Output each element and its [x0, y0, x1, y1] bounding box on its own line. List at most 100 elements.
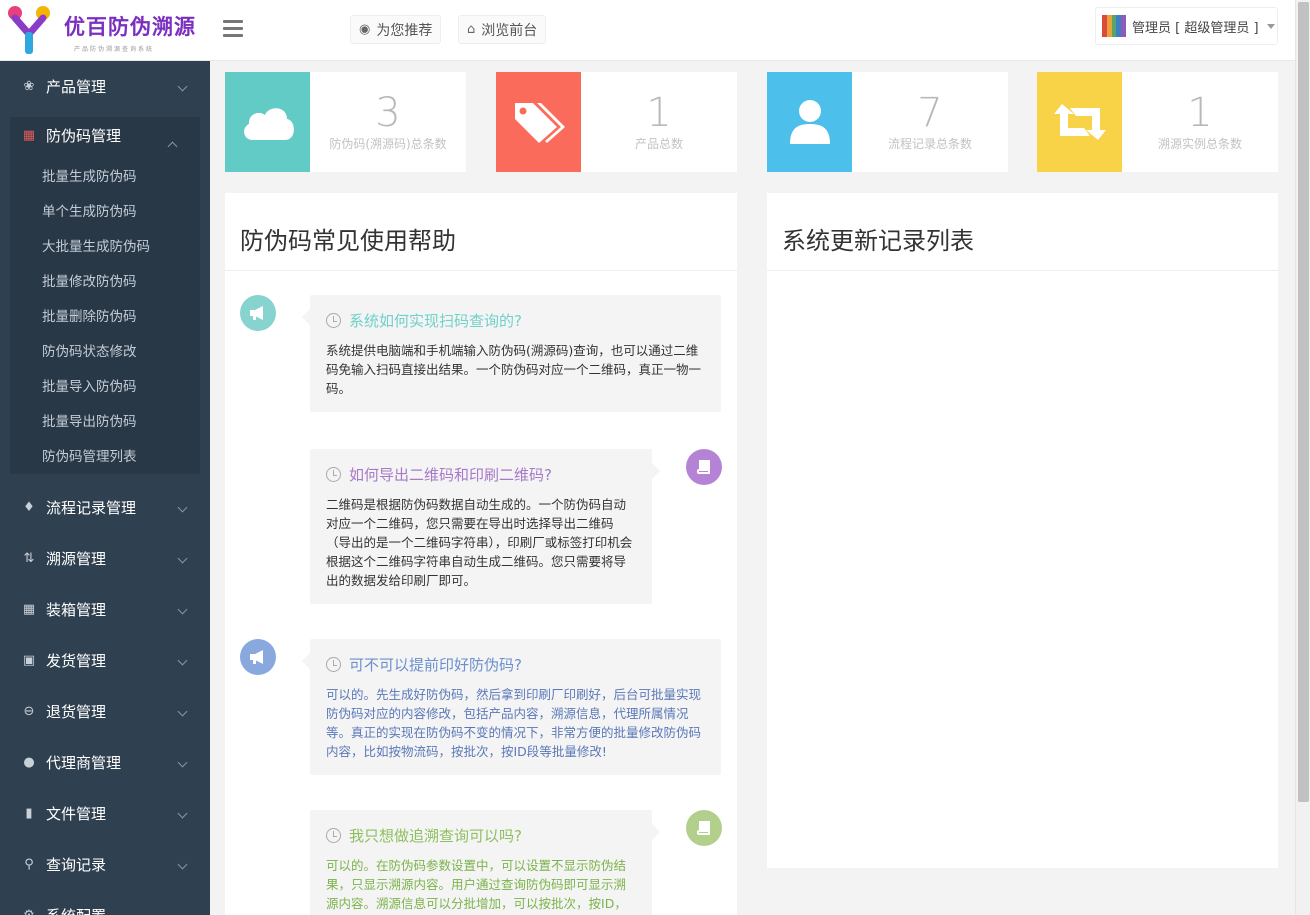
leaf-icon: ❀ [23, 79, 35, 94]
top-header: 优百防伪溯源 产品防伪溯源查询系统 ◉ 为您推荐 ⌂ 浏览前台 管理员 [ 超级… [0, 0, 1295, 61]
sidebar-item-process[interactable]: ♦ 流程记录管理 [0, 482, 210, 533]
stat-label: 防伪码(溯源码)总条数 [329, 137, 447, 151]
logo-y-icon [8, 6, 50, 54]
faq-question-text: 系统如何实现扫码查询的? [349, 312, 522, 330]
chevron-down-icon [177, 655, 188, 666]
submenu-item[interactable]: 批量删除防伪码 [10, 297, 200, 332]
chevron-down-icon [177, 757, 188, 768]
menu-toggle-icon[interactable] [223, 20, 243, 40]
update-log-panel: 系统更新记录列表 [767, 193, 1278, 868]
avatar [1102, 15, 1126, 37]
faq-item: 我只想做追溯查询可以吗? 可以的。在防伪码参数设置中，可以设置不显示防伪结果，只… [310, 810, 660, 915]
sidebar-item-label: 装箱管理 [46, 601, 107, 619]
logo[interactable]: 优百防伪溯源 产品防伪溯源查询系统 [4, 2, 204, 58]
tags-icon: ♦ [23, 500, 35, 515]
chevron-down-icon [177, 706, 188, 717]
sidebar-item-label: 防伪码管理 [46, 126, 122, 145]
chevron-down-icon [1266, 23, 1275, 29]
browse-frontend-button[interactable]: ⌂ 浏览前台 [458, 15, 547, 44]
submenu-item[interactable]: 单个生成防伪码 [10, 192, 200, 227]
stat-card-trace-instances: 1 溯源实例总条数 [1037, 72, 1278, 172]
submenu-item[interactable]: 批量生成防伪码 [10, 157, 200, 192]
minus-circle-icon: ⊖ [23, 704, 35, 719]
faq-item: 可不可以提前印好防伪码? 可以的。先生成好防伪码，然后拿到印刷厂印刷好，后台可批… [302, 639, 721, 775]
book-icon [686, 449, 722, 485]
recommend-button[interactable]: ◉ 为您推荐 [350, 15, 442, 44]
clock-icon [326, 313, 341, 328]
sidebar-item-label: 代理商管理 [46, 754, 122, 772]
sidebar-item-label: 流程记录管理 [46, 499, 137, 517]
chevron-down-icon [177, 859, 188, 870]
sidebar-item-label: 文件管理 [46, 805, 107, 823]
stat-value: 3 [375, 90, 401, 136]
user-menu[interactable]: 管理员 [ 超级管理员 ] [1095, 7, 1278, 45]
update-log-title: 系统更新记录列表 [767, 193, 1278, 271]
faq-question[interactable]: 我只想做追溯查询可以吗? [326, 825, 636, 846]
help-panel-title: 防伪码常见使用帮助 [225, 193, 737, 271]
home-icon: ⌂ [467, 22, 476, 37]
sidebar-group-anticounterfeit: ▦ 防伪码管理 批量生成防伪码 单个生成防伪码 大批量生成防伪码 批量修改防伪码… [10, 117, 200, 474]
submenu-item[interactable]: 批量导入防伪码 [10, 367, 200, 402]
faq-question[interactable]: 如何导出二维码和印刷二维码? [326, 464, 636, 485]
sidebar-item-returns[interactable]: ⊖ 退货管理 [0, 686, 210, 737]
sidebar-item-shipping[interactable]: ▣ 发货管理 [0, 635, 210, 686]
truck-icon: ▣ [22, 653, 36, 668]
chevron-down-icon [177, 604, 188, 615]
stat-value: 1 [1187, 90, 1213, 136]
faq-question-text: 可不可以提前印好防伪码? [349, 656, 522, 674]
stat-label: 产品总数 [634, 137, 683, 151]
book-icon [686, 810, 722, 846]
bullhorn-icon [240, 639, 276, 675]
stat-card-codes: 3 防伪码(溯源码)总条数 [225, 72, 466, 172]
faq-answer: 二维码是根据防伪码数据自动生成的。一个防伪码自动对应一个二维码，您只需要在导出时… [326, 497, 633, 588]
sidebar-item-packing[interactable]: ▦ 装箱管理 [0, 584, 210, 635]
stat-card-products: 1 产品总数 [496, 72, 737, 172]
submenu-item[interactable]: 大批量生成防伪码 [10, 227, 200, 262]
sidebar-item-label: 产品管理 [46, 78, 107, 96]
sidebar-item-trace[interactable]: ⇅ 溯源管理 [0, 533, 210, 584]
faq-question[interactable]: 可不可以提前印好防伪码? [326, 654, 705, 675]
clock-icon [326, 467, 341, 482]
retweet-icon [1037, 72, 1122, 172]
user-label: 管理员 [ 超级管理员 ] [1132, 20, 1259, 36]
chevron-down-icon [177, 808, 188, 819]
chevron-up-icon [167, 141, 178, 152]
search-icon: ⚲ [24, 857, 34, 872]
github-icon: ◉ [359, 22, 371, 37]
user-icon [767, 72, 852, 172]
sidebar-item-files[interactable]: ▮ 文件管理 [0, 788, 210, 839]
scrollbar-thumb[interactable] [1298, 2, 1309, 802]
sidebar-item-product[interactable]: ❀ 产品管理 [0, 61, 210, 112]
submenu-item[interactable]: 批量修改防伪码 [10, 262, 200, 297]
sidebar-item-agents[interactable]: ● 代理商管理 [0, 737, 210, 788]
submenu-item[interactable]: 防伪码管理列表 [10, 437, 200, 472]
tags-icon [496, 72, 581, 172]
faq-question-text: 我只想做追溯查询可以吗? [349, 827, 522, 845]
faq-question[interactable]: 系统如何实现扫码查询的? [326, 310, 705, 331]
clock-icon [326, 828, 341, 843]
page-scrollbar[interactable] [1295, 0, 1310, 915]
sidebar-item-label: 溯源管理 [46, 550, 107, 568]
submenu-item[interactable]: 批量导出防伪码 [10, 402, 200, 437]
faq-answer: 可以的。在防伪码参数设置中，可以设置不显示防伪结果，只显示溯源内容。用户通过查询… [326, 858, 627, 911]
file-icon: ▮ [25, 806, 33, 821]
th-icon: ▦ [22, 602, 36, 617]
sidebar-item-settings[interactable]: ⚙ 系统配置 [0, 890, 210, 915]
sidebar-item-query-log[interactable]: ⚲ 查询记录 [0, 839, 210, 890]
faq-item: 如何导出二维码和印刷二维码? 二维码是根据防伪码数据自动生成的。一个防伪码自动对… [310, 449, 660, 604]
browse-label: 浏览前台 [481, 22, 538, 39]
logo-text: 优百防伪溯源 [64, 15, 196, 39]
submenu: 批量生成防伪码 单个生成防伪码 大批量生成防伪码 批量修改防伪码 批量删除防伪码… [10, 157, 200, 474]
chevron-down-icon [177, 910, 188, 915]
sidebar-item-label: 系统配置 [46, 905, 106, 915]
faq-item: 系统如何实现扫码查询的? 系统提供电脑端和手机端输入防伪码(溯源码)查询，也可以… [302, 295, 721, 412]
faq-answer: 可以的。先生成好防伪码，然后拿到印刷厂印刷好，后台可批量实现防伪码对应的内容修改… [326, 687, 702, 759]
logo-subtitle: 产品防伪溯源查询系统 [74, 46, 155, 53]
sidebar-item-label: 退货管理 [46, 703, 107, 721]
chevron-down-icon [177, 553, 188, 564]
sidebar: ❀ 产品管理 ▦ 防伪码管理 批量生成防伪码 单个生成防伪码 大批量生成防伪码 … [0, 61, 210, 915]
bullhorn-icon [240, 295, 276, 331]
sidebar-item-anticounterfeit[interactable]: ▦ 防伪码管理 [10, 117, 200, 153]
retweet-icon: ⇅ [23, 551, 35, 566]
submenu-item[interactable]: 防伪码状态修改 [10, 332, 200, 367]
